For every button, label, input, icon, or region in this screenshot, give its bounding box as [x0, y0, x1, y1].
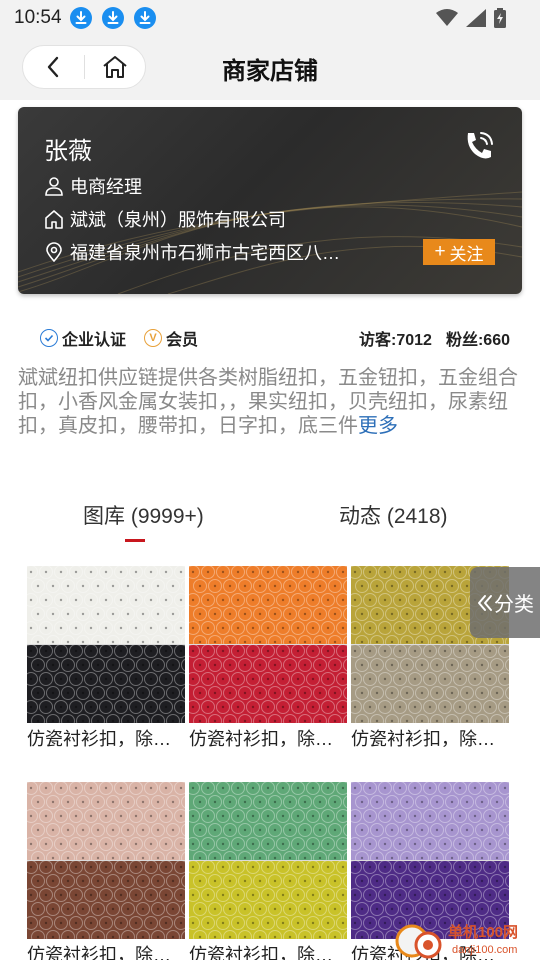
- company-text: 斌斌（泉州）服饰有限公司: [70, 210, 286, 230]
- tab-dynamics[interactable]: 动态 (2418): [339, 500, 448, 530]
- merchant-name: 张薇: [44, 138, 92, 165]
- app-header: 商家店铺: [0, 36, 540, 100]
- person-icon: [45, 177, 63, 196]
- product-card[interactable]: 仿瓷衬衫扣，除…: [27, 566, 185, 751]
- buttons-pile: [27, 782, 185, 865]
- more-link[interactable]: 更多: [358, 415, 398, 437]
- check-badge-icon: [40, 329, 58, 347]
- product-image: [189, 566, 347, 723]
- wifi-icon: [436, 9, 458, 26]
- buttons-pile: [189, 644, 347, 723]
- buttons-pile: [27, 644, 185, 723]
- signal-icon: [466, 9, 486, 27]
- phone-icon: [467, 132, 493, 159]
- buttons-pile: [189, 566, 347, 649]
- decorative-lines: [18, 191, 522, 294]
- status-time: 10:54: [14, 7, 62, 28]
- merchant-card: 张薇 电商经理 斌斌（泉州）服饰有限公司 福建省泉州市石狮市古宅西区八… + 关…: [18, 107, 522, 294]
- stats-row: 企业认证 V 会员 访客:7012 粉丝:660: [40, 326, 510, 350]
- membership: V 会员: [144, 326, 198, 350]
- membership-label: 会员: [166, 332, 199, 349]
- cert-label: 企业认证: [62, 332, 127, 349]
- home-icon: [45, 210, 63, 229]
- active-tab-indicator: [125, 539, 145, 542]
- product-caption: 仿瓷衬衫扣，除…: [27, 729, 171, 749]
- buttons-pile: [189, 782, 347, 865]
- download-icon: [133, 7, 156, 29]
- page-title: 商家店铺: [222, 58, 318, 85]
- merchant-company: 斌斌（泉州）服饰有限公司: [44, 206, 286, 232]
- battery-icon: [494, 8, 506, 28]
- product-card[interactable]: 仿瓷衬衫扣，除…: [27, 782, 185, 960]
- merchant-address: 福建省泉州市石狮市古宅西区八…: [44, 239, 340, 265]
- download-icon: [101, 7, 124, 29]
- fan-count: 粉丝:660: [445, 332, 510, 349]
- download-icon: [69, 7, 92, 29]
- buttons-pile: [351, 782, 509, 865]
- category-button[interactable]: 分类: [470, 567, 540, 638]
- product-card[interactable]: 仿瓷衬衫扣，除…: [189, 566, 347, 751]
- watermark-subtext: danji100.com: [452, 944, 517, 956]
- product-caption: 仿瓷衬衫扣，除…: [189, 945, 333, 960]
- visitor-count: 访客:7012: [359, 332, 432, 349]
- watermark-text: 单机100网: [448, 923, 518, 941]
- shop-description: 斌斌纽扣供应链提供各类树脂纽扣，五金钮扣，五金组合扣，小香风金属女装扣，，果实纽…: [18, 366, 526, 438]
- vip-badge-icon: V: [144, 329, 163, 347]
- address-text: 福建省泉州市石狮市古宅西区八…: [70, 243, 340, 263]
- product-caption: 仿瓷衬衫扣，除…: [189, 729, 333, 749]
- double-chevron-left-icon: [478, 594, 492, 611]
- site-watermark: 单机100网 danji100.com: [390, 915, 540, 960]
- status-bar: 10:54: [0, 0, 540, 36]
- buttons-pile: [27, 566, 185, 649]
- buttons-pile: [351, 644, 509, 723]
- buttons-pile: [27, 860, 185, 939]
- description-text: 斌斌纽扣供应链提供各类树脂纽扣，五金钮扣，五金组合扣，小香风金属女装扣，，果实纽…: [18, 367, 518, 437]
- job-title-text: 电商经理: [70, 177, 142, 197]
- content-tabs: 图库 (9999+) 动态 (2418): [0, 500, 540, 544]
- follow-label: 关注: [449, 244, 484, 264]
- product-caption: 仿瓷衬衫扣，除…: [351, 729, 495, 749]
- follow-button[interactable]: + 关注: [423, 239, 495, 265]
- location-pin-icon: [46, 242, 62, 262]
- plus-icon: +: [434, 241, 446, 262]
- call-button[interactable]: [462, 129, 496, 163]
- product-image: [189, 782, 347, 939]
- product-image: [27, 782, 185, 939]
- product-image: [27, 566, 185, 723]
- buttons-pile: [189, 860, 347, 939]
- enterprise-cert: 企业认证: [40, 326, 126, 350]
- product-caption: 仿瓷衬衫扣，除…: [27, 945, 171, 960]
- tab-gallery[interactable]: 图库 (9999+): [83, 500, 204, 530]
- category-label: 分类: [494, 594, 534, 616]
- merchant-job-title: 电商经理: [44, 173, 142, 199]
- product-card[interactable]: 仿瓷衬衫扣，除…: [189, 782, 347, 960]
